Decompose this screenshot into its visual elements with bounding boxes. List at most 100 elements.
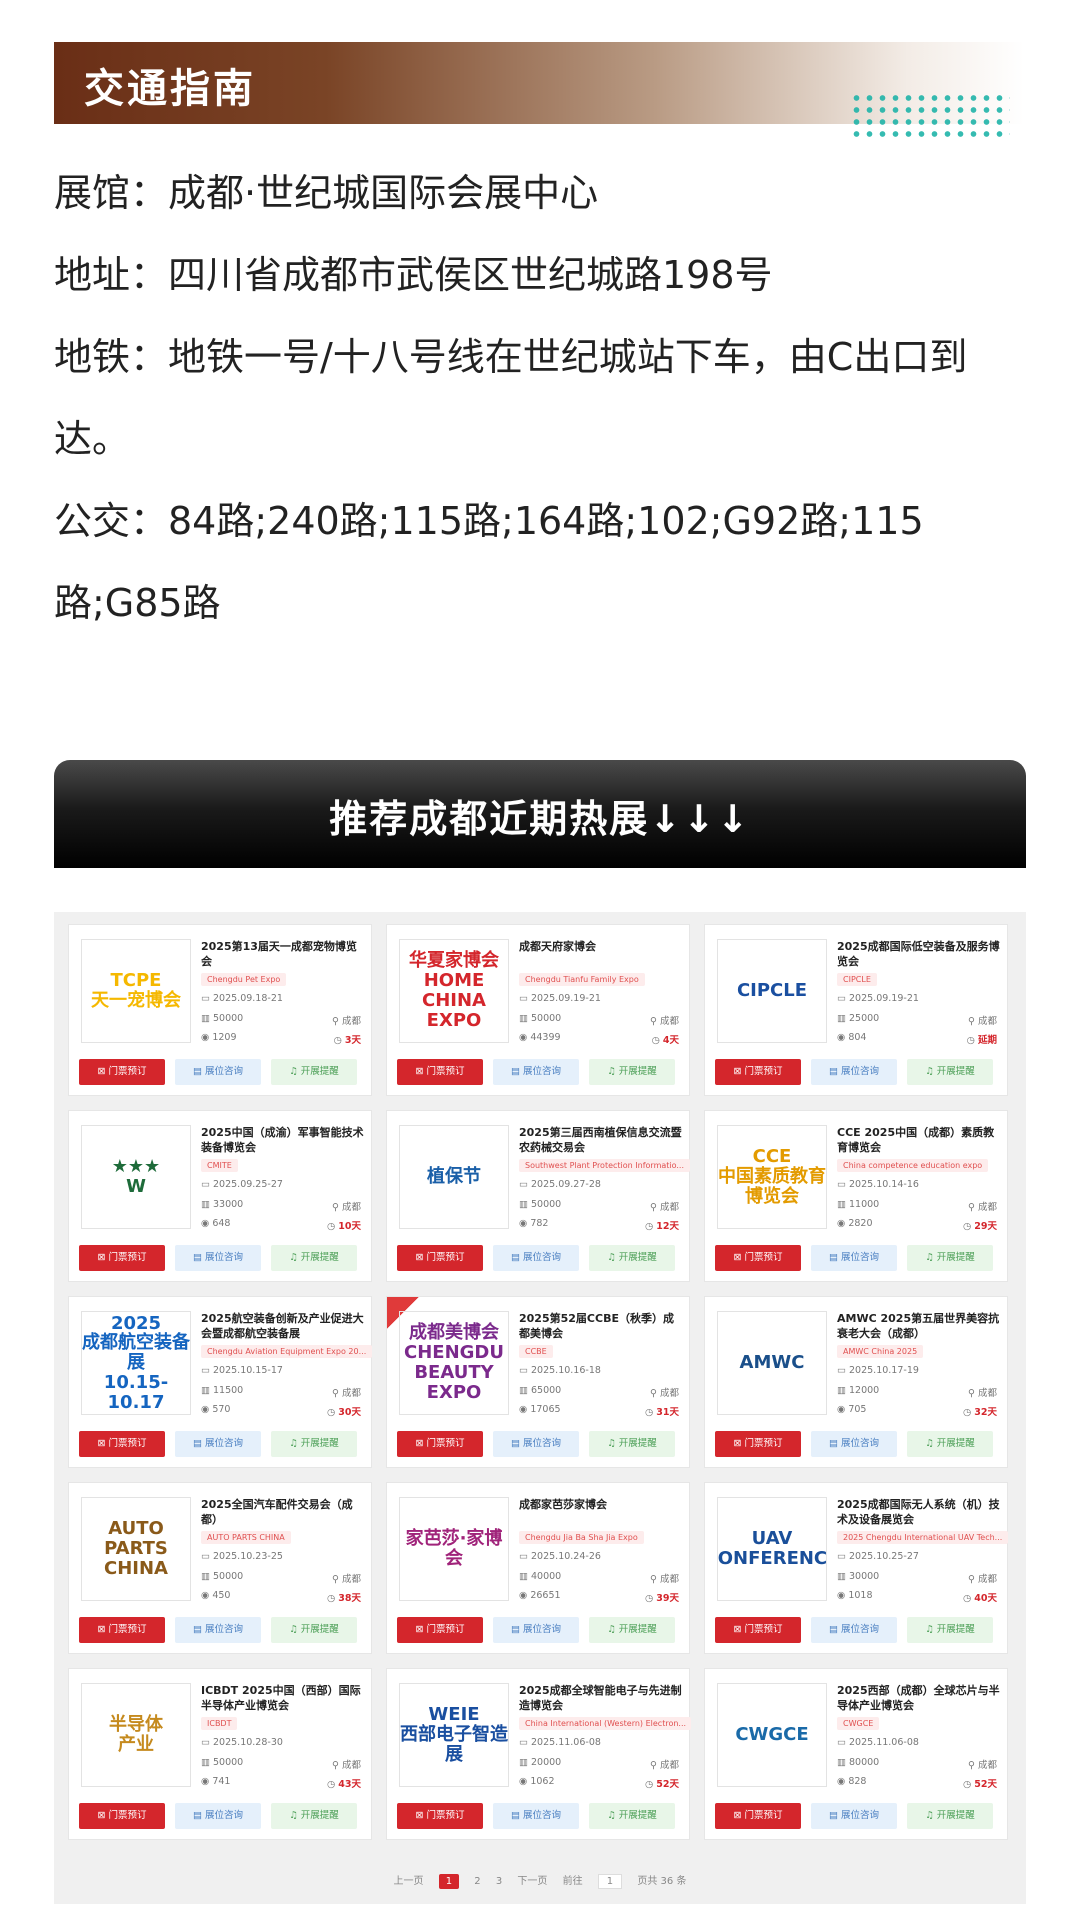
expo-logo[interactable]: WEIE 西部电子智造展: [399, 1683, 509, 1787]
remind-button[interactable]: ♫ 开展提醒: [271, 1059, 357, 1085]
expo-logo[interactable]: UAV CONFERENCE: [717, 1497, 827, 1601]
expo-days-value: 43天: [338, 1779, 361, 1790]
expo-logo[interactable]: 家芭莎·家博会: [399, 1497, 509, 1601]
remind-button[interactable]: ♫ 开展提醒: [589, 1803, 675, 1829]
remind-button[interactable]: ♫ 开展提醒: [907, 1059, 993, 1085]
expo-title[interactable]: AMWC 2025第五届世界美容抗衰老大会（成都）: [837, 1311, 1002, 1341]
ticket-button[interactable]: ⊠ 门票预订: [79, 1431, 165, 1457]
remind-button[interactable]: ♫ 开展提醒: [271, 1617, 357, 1643]
expo-title[interactable]: 2025第52届CCBE（秋季）成都美博会: [519, 1311, 684, 1341]
expo-card[interactable]: TCPE 天一宠博会 2025第13届天一成都宠物博览会 Chengdu Pet E…: [68, 924, 372, 1096]
expo-title[interactable]: CCE 2025中国（成都）素质教育博览会: [837, 1125, 1002, 1155]
expo-title[interactable]: 2025成都国际低空装备及服务博览会: [837, 939, 1002, 969]
next-page-button[interactable]: 下一页: [517, 1872, 547, 1887]
expo-card[interactable]: CIPCLE 2025成都国际低空装备及服务博览会 CIPCLE ▭ 2025.09.…: [704, 924, 1008, 1096]
booth-button[interactable]: ▤ 展位咨询: [175, 1803, 261, 1829]
booth-button[interactable]: ▤ 展位咨询: [493, 1617, 579, 1643]
prev-page-button[interactable]: 上一页: [394, 1872, 424, 1887]
booth-button[interactable]: ▤ 展位咨询: [811, 1059, 897, 1085]
expo-title[interactable]: 成都天府家博会: [519, 939, 684, 954]
expo-logo[interactable]: CWGCE: [717, 1683, 827, 1787]
expo-card[interactable]: WEIE 西部电子智造展 2025成都全球智能电子与先进制造博览会 China In…: [386, 1668, 691, 1840]
page-input[interactable]: 1: [597, 1874, 623, 1889]
expo-card[interactable]: 华夏家博会 HOME CHINA EXPO 成都天府家博会 Chengdu Tian…: [386, 924, 690, 1096]
remind-button[interactable]: ♫ 开展提醒: [907, 1431, 993, 1457]
ticket-button[interactable]: ⊠ 门票预订: [79, 1245, 165, 1271]
booth-button[interactable]: ▤ 展位咨询: [493, 1803, 579, 1829]
expo-title[interactable]: 2025成都国际无人系统（机）技术及设备展览会: [837, 1497, 1002, 1527]
remind-button[interactable]: ♫ 开展提醒: [589, 1059, 675, 1085]
ticket-button[interactable]: ⊠ 门票预订: [397, 1803, 483, 1829]
remind-button[interactable]: ♫ 开展提醒: [589, 1245, 675, 1271]
booth-button[interactable]: ▤ 展位咨询: [811, 1803, 897, 1829]
expo-logo[interactable]: TCPE 天一宠博会: [81, 939, 191, 1043]
booth-button[interactable]: ▤ 展位咨询: [175, 1431, 261, 1457]
expo-title[interactable]: 2025航空装备创新及产业促进大会暨成都航空装备展: [201, 1311, 366, 1341]
ticket-button[interactable]: ⊠ 门票预订: [397, 1245, 483, 1271]
expo-title[interactable]: 2025第三届西南植保信息交流暨农药械交易会: [519, 1125, 684, 1155]
page-1-button[interactable]: 1: [438, 1874, 460, 1889]
booth-button[interactable]: ▤ 展位咨询: [811, 1431, 897, 1457]
expo-logo[interactable]: AUTO PARTS CHINA: [81, 1497, 191, 1601]
page-2-button[interactable]: 2: [474, 1876, 480, 1887]
ticket-button[interactable]: ⊠ 门票预订: [715, 1803, 801, 1829]
expo-card[interactable]: 家芭莎·家博会 成都家芭莎家博会 Chengdu Jia Ba Sha Jia Ex…: [386, 1482, 690, 1654]
expo-logo[interactable]: 植保节: [399, 1125, 509, 1229]
expo-card[interactable]: 半导体 产业 ICBDT 2025中国（西部）国际半导体产业博览会 ICBDT ▭ 2…: [68, 1668, 372, 1840]
page-3-button[interactable]: 3: [496, 1876, 502, 1887]
expo-title[interactable]: ICBDT 2025中国（西部）国际半导体产业博览会: [201, 1683, 366, 1713]
remind-button[interactable]: ♫ 开展提醒: [271, 1245, 357, 1271]
remind-button[interactable]: ♫ 开展提醒: [907, 1803, 993, 1829]
expo-card[interactable]: AUTO PARTS CHINA 2025全国汽车配件交易会（成都） AUTO PA…: [68, 1482, 372, 1654]
expo-title[interactable]: 2025西部（成都）全球芯片与半导体产业博览会: [837, 1683, 1002, 1713]
expo-card[interactable]: 植保节 2025第三届西南植保信息交流暨农药械交易会 Southwest Plant…: [386, 1110, 691, 1282]
booth-button[interactable]: ▤ 展位咨询: [175, 1245, 261, 1271]
booth-button[interactable]: ▤ 展位咨询: [493, 1059, 579, 1085]
expo-logo[interactable]: CIPCLE: [717, 939, 827, 1043]
booth-button[interactable]: ▤ 展位咨询: [811, 1617, 897, 1643]
expo-logo[interactable]: ★★★ W: [81, 1125, 191, 1229]
booth-button[interactable]: ▤ 展位咨询: [493, 1245, 579, 1271]
remind-button[interactable]: ♫ 开展提醒: [589, 1617, 675, 1643]
expo-logo[interactable]: 半导体 产业: [81, 1683, 191, 1787]
remind-button[interactable]: ♫ 开展提醒: [271, 1431, 357, 1457]
expo-logo[interactable]: AMWC: [717, 1311, 827, 1415]
remind-button[interactable]: ♫ 开展提醒: [907, 1245, 993, 1271]
ticket-button[interactable]: ⊠ 门票预订: [715, 1617, 801, 1643]
ticket-button[interactable]: ⊠ 门票预订: [397, 1431, 483, 1457]
remind-button[interactable]: ♫ 开展提醒: [271, 1803, 357, 1829]
remind-button[interactable]: ♫ 开展提醒: [907, 1617, 993, 1643]
expo-title[interactable]: 2025成都全球智能电子与先进制造博览会: [519, 1683, 684, 1713]
booth-button[interactable]: ▤ 展位咨询: [811, 1245, 897, 1271]
ticket-button[interactable]: ⊠ 门票预订: [79, 1803, 165, 1829]
ticket-button[interactable]: ⊠ 门票预订: [397, 1059, 483, 1085]
booth-button[interactable]: ▤ 展位咨询: [493, 1431, 579, 1457]
expo-logo[interactable]: 华夏家博会 HOME CHINA EXPO: [399, 939, 509, 1043]
expo-card[interactable]: UAV CONFERENCE 2025成都国际无人系统（机）技术及设备展览会 202…: [704, 1482, 1009, 1654]
expo-title[interactable]: 成都家芭莎家博会: [519, 1497, 684, 1512]
expo-logo[interactable]: 成都美博会 CHENGDU BEAUTY EXPO: [399, 1311, 509, 1415]
booth-button[interactable]: ▤ 展位咨询: [175, 1059, 261, 1085]
expo-logo[interactable]: 2025 成都航空装备展 10.15-10.17: [81, 1311, 191, 1415]
expo-logo[interactable]: CCE 中国素质教育博览会: [717, 1125, 827, 1229]
expo-title[interactable]: 2025中国（成渝）军事智能技术装备博览会: [201, 1125, 366, 1155]
ticket-button[interactable]: ⊠ 门票预订: [715, 1431, 801, 1457]
expo-title[interactable]: 2025第13届天一成都宠物博览会: [201, 939, 366, 969]
expo-card[interactable]: CWGCE 2025西部（成都）全球芯片与半导体产业博览会 CWGCE ▭ 2025.…: [704, 1668, 1008, 1840]
ticket-button[interactable]: ⊠ 门票预订: [79, 1617, 165, 1643]
remind-button[interactable]: ♫ 开展提醒: [589, 1431, 675, 1457]
ticket-button[interactable]: ⊠ 门票预订: [79, 1059, 165, 1085]
expo-card[interactable]: AMWC AMWC 2025第五届世界美容抗衰老大会（成都） AMWC China …: [704, 1296, 1008, 1468]
ticket-button[interactable]: ⊠ 门票预订: [715, 1059, 801, 1085]
booth-button-label: 展位咨询: [840, 1810, 879, 1821]
expo-card[interactable]: 成都美博会 CHENGDU BEAUTY EXPO 2025第52届CCBE（秋季…: [386, 1296, 690, 1468]
expo-card[interactable]: 2025 成都航空装备展 10.15-10.17 2025航空装备创新及产业促进大…: [68, 1296, 373, 1468]
expo-card[interactable]: CCE 中国素质教育博览会 CCE 2025中国（成都）素质教育博览会 China …: [704, 1110, 1008, 1282]
booth-button-label: 展位咨询: [204, 1810, 243, 1821]
ticket-button[interactable]: ⊠ 门票预订: [397, 1617, 483, 1643]
expo-card[interactable]: ★★★ W 2025中国（成渝）军事智能技术装备博览会 CMITE ▭ 2025.09…: [68, 1110, 372, 1282]
ticket-button[interactable]: ⊠ 门票预订: [715, 1245, 801, 1271]
expo-city: ⚲ 成都: [650, 1202, 679, 1213]
expo-title[interactable]: 2025全国汽车配件交易会（成都）: [201, 1497, 366, 1527]
booth-button[interactable]: ▤ 展位咨询: [175, 1617, 261, 1643]
